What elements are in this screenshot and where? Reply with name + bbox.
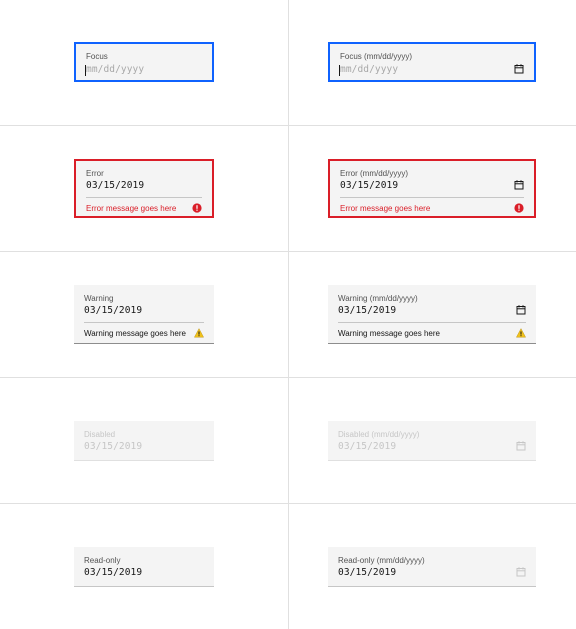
warning-date-input[interactable]: Warning 03/15/2019 Warning message goes … — [74, 285, 214, 344]
row-divider — [0, 125, 576, 126]
date-placeholder: mm/dd/yyyy — [340, 64, 399, 75]
field-label: Error (mm/dd/yyyy) — [340, 169, 408, 178]
row-divider — [0, 377, 576, 378]
warning-message: Warning message goes here — [84, 329, 186, 338]
date-value: 03/15/2019 — [340, 180, 399, 191]
error-icon — [514, 203, 524, 213]
date-placeholder: mm/dd/yyyy — [86, 64, 145, 75]
field-label: Error — [86, 169, 104, 178]
disabled-date-picker-input: Disabled (mm/dd/yyyy) 03/15/2019 — [328, 421, 536, 461]
warning-icon — [194, 328, 204, 338]
error-message: Error message goes here — [340, 204, 431, 213]
field-label: Warning (mm/dd/yyyy) — [338, 294, 418, 303]
field-label: Disabled (mm/dd/yyyy) — [338, 430, 420, 439]
date-value: 03/15/2019 — [84, 441, 143, 452]
calendar-icon — [516, 567, 526, 577]
error-date-input[interactable]: Error 03/15/2019 Error message goes here — [74, 159, 214, 218]
error-icon — [192, 203, 202, 213]
field-label: Read-only (mm/dd/yyyy) — [338, 556, 425, 565]
field-label: Focus — [86, 52, 108, 61]
field-label: Focus (mm/dd/yyyy) — [340, 52, 413, 61]
error-date-picker-input[interactable]: Error (mm/dd/yyyy) 03/15/2019 Error mess… — [328, 159, 536, 218]
row-divider — [0, 503, 576, 504]
field-divider — [84, 322, 204, 323]
field-divider — [86, 197, 202, 198]
field-label: Disabled — [84, 430, 116, 439]
error-message: Error message goes here — [86, 204, 177, 213]
calendar-icon[interactable] — [516, 305, 526, 315]
calendar-icon — [516, 441, 526, 451]
disabled-date-input: Disabled 03/15/2019 — [74, 421, 214, 461]
field-label: Read-only — [84, 556, 121, 565]
calendar-icon[interactable] — [514, 180, 524, 190]
readonly-date-picker-input[interactable]: Read-only (mm/dd/yyyy) 03/15/2019 — [328, 547, 536, 587]
warning-message: Warning message goes here — [338, 329, 440, 338]
date-value: 03/15/2019 — [338, 305, 397, 316]
calendar-icon[interactable] — [514, 64, 524, 74]
date-value: 03/15/2019 — [338, 441, 397, 452]
focus-date-input[interactable]: Focus mm/dd/yyyy — [74, 42, 214, 82]
date-value: 03/15/2019 — [84, 567, 143, 578]
field-divider — [340, 197, 524, 198]
date-value: 03/15/2019 — [338, 567, 397, 578]
row-divider — [0, 251, 576, 252]
warning-date-picker-input[interactable]: Warning (mm/dd/yyyy) 03/15/2019 Warning … — [328, 285, 536, 344]
field-label: Warning — [84, 294, 114, 303]
date-value: 03/15/2019 — [86, 180, 145, 191]
field-divider — [338, 322, 526, 323]
column-divider — [288, 0, 289, 629]
warning-icon — [516, 328, 526, 338]
focus-date-picker-input[interactable]: Focus (mm/dd/yyyy) mm/dd/yyyy — [328, 42, 536, 82]
date-value: 03/15/2019 — [84, 305, 143, 316]
readonly-date-input[interactable]: Read-only 03/15/2019 — [74, 547, 214, 587]
